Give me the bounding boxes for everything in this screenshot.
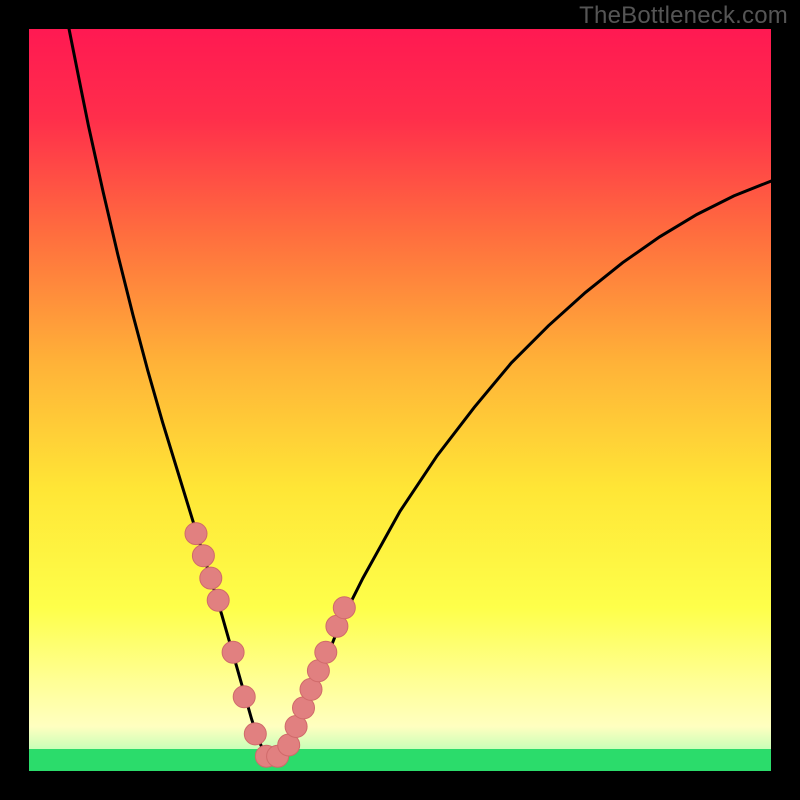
plot-background — [29, 29, 771, 771]
watermark-text: TheBottleneck.com — [579, 2, 788, 30]
marker-point — [185, 523, 207, 545]
marker-point — [200, 567, 222, 589]
marker-point — [333, 597, 355, 619]
marker-point — [233, 686, 255, 708]
green-band — [29, 749, 771, 771]
marker-point — [207, 589, 229, 611]
marker-point — [244, 723, 266, 745]
marker-point — [315, 641, 337, 663]
marker-point — [222, 641, 244, 663]
bottleneck-chart — [29, 29, 771, 771]
chart-frame: TheBottleneck.com — [0, 0, 800, 800]
marker-point — [192, 545, 214, 567]
